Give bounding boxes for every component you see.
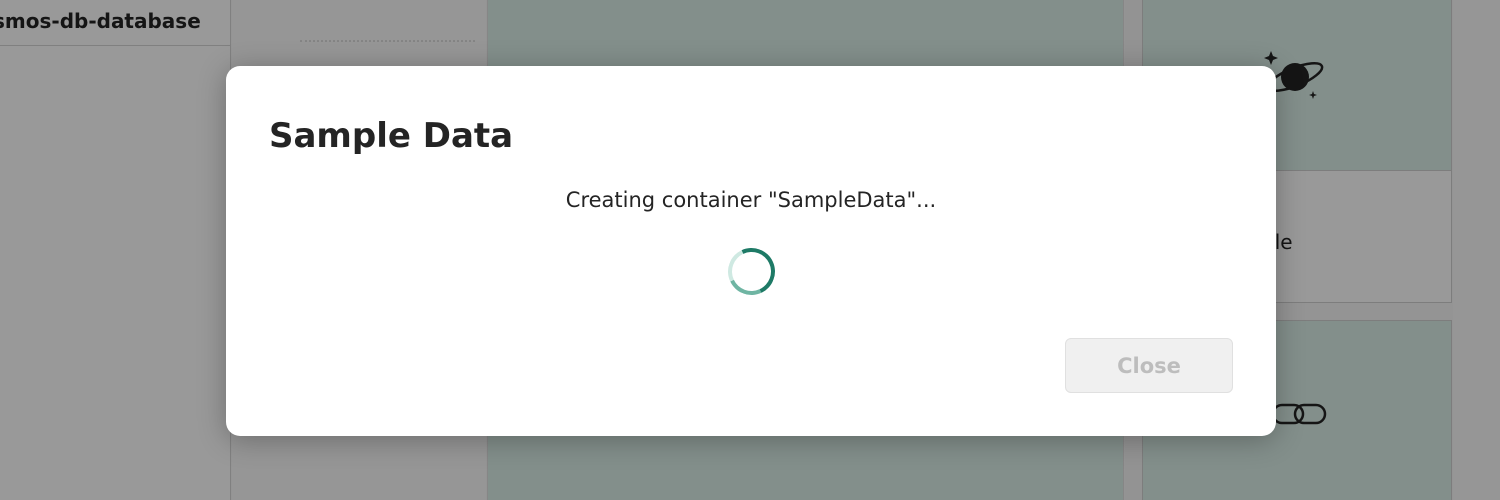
loading-spinner-icon <box>721 241 782 302</box>
progress-status-text: Creating container "SampleData"... <box>565 188 937 212</box>
close-button[interactable]: Close <box>1065 338 1233 393</box>
sample-data-dialog: Sample Data Creating container "SampleDa… <box>226 66 1276 436</box>
dialog-title: Sample Data <box>269 116 514 156</box>
